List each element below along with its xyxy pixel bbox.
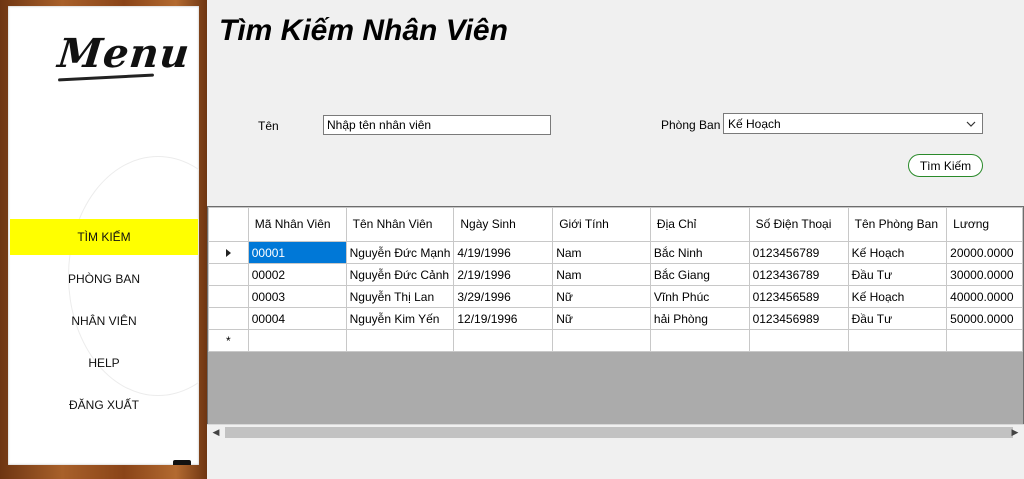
row-header-current[interactable] <box>208 241 249 264</box>
table-row[interactable]: 00001 Nguyễn Đức Mạnh 4/19/1996 Nam Bắc … <box>208 241 1023 264</box>
grid-cell[interactable]: Kế Hoạch <box>847 285 948 308</box>
new-row-marker[interactable]: * <box>208 329 249 352</box>
name-input[interactable]: Nhập tên nhân viên <box>323 115 551 135</box>
grid-cell[interactable]: 00002 <box>247 263 347 286</box>
column-header-employee-name[interactable]: Tên Nhân Viên <box>345 207 455 242</box>
grid-cell[interactable]: hải Phòng <box>649 307 750 330</box>
employee-grid[interactable]: Mã Nhân Viên Tên Nhân Viên Ngày Sinh Giớ… <box>207 206 1024 440</box>
grid-cell[interactable]: 00003 <box>247 285 347 308</box>
grid-cell[interactable]: 0123436789 <box>748 263 849 286</box>
menu-list: TÌM KIẾM PHÒNG BAN NHÂN VIÊN HELP ĐĂNG X… <box>10 219 198 429</box>
scrollbar-thumb[interactable] <box>225 427 1013 438</box>
grid-cell[interactable] <box>649 329 750 352</box>
grid-cell[interactable]: 00004 <box>247 307 347 330</box>
table-row[interactable]: 00003 Nguyễn Thị Lan 3/29/1996 Nữ Vĩnh P… <box>208 285 1023 308</box>
grid-cell[interactable]: 0123456589 <box>748 285 849 308</box>
page-title: Tìm Kiếm Nhân Viên <box>219 14 508 47</box>
grid-cell[interactable]: 20000.0000 <box>946 241 1023 264</box>
grid-cell[interactable]: 4/19/1996 <box>453 241 554 264</box>
grid-cell[interactable]: 0123456789 <box>748 241 849 264</box>
grid-cell[interactable]: Nữ <box>552 307 651 330</box>
department-label: Phòng Ban <box>661 118 721 132</box>
menu-item-departments[interactable]: PHÒNG BAN <box>10 261 198 297</box>
department-select-value: Kế Hoạch <box>728 116 781 131</box>
row-header[interactable] <box>208 285 249 308</box>
grid-cell[interactable]: 00001 <box>247 241 347 264</box>
grid-cell[interactable]: Nam <box>552 263 651 286</box>
grid-cell[interactable]: 12/19/1996 <box>453 307 554 330</box>
grid-cell[interactable]: Bắc Ninh <box>649 241 750 264</box>
grid-cell[interactable]: 30000.0000 <box>946 263 1023 286</box>
new-row[interactable]: * <box>208 329 1023 352</box>
grid-cell[interactable]: Nguyễn Kim Yến <box>345 307 455 330</box>
grid-cell[interactable] <box>345 329 455 352</box>
grid-cell[interactable]: 2/19/1996 <box>453 263 554 286</box>
column-header-salary[interactable]: Lương <box>946 207 1023 242</box>
grid-cell[interactable]: 50000.0000 <box>946 307 1023 330</box>
grid-cell[interactable]: Nguyễn Đức Mạnh <box>345 241 455 264</box>
grid-cell[interactable]: Nguyễn Đức Cảnh <box>345 263 455 286</box>
column-header-gender[interactable]: Giới Tính <box>552 207 651 242</box>
grid-cell[interactable] <box>453 329 554 352</box>
grid-cell[interactable]: Vĩnh Phúc <box>649 285 750 308</box>
column-header-department-name[interactable]: Tên Phòng Ban <box>847 207 948 242</box>
column-header-employee-id[interactable]: Mã Nhân Viên <box>247 207 347 242</box>
grid-cell[interactable] <box>946 329 1023 352</box>
column-header-address[interactable]: Địa Chỉ <box>649 207 750 242</box>
grid-cell[interactable]: 40000.0000 <box>946 285 1023 308</box>
grid-cell[interactable] <box>748 329 849 352</box>
table-row[interactable]: 00004 Nguyễn Kim Yến 12/19/1996 Nữ hải P… <box>208 307 1023 330</box>
horizontal-scrollbar[interactable]: ◀ ▶ <box>207 424 1024 440</box>
menu-title: Menu <box>55 30 193 77</box>
department-select[interactable]: Kế Hoạch <box>723 113 983 134</box>
menu-item-help[interactable]: HELP <box>10 345 198 381</box>
column-header-birth-date[interactable]: Ngày Sinh <box>453 207 554 242</box>
grid-header-row: Mã Nhân Viên Tên Nhân Viên Ngày Sinh Giớ… <box>208 207 1023 242</box>
grid-corner-header[interactable] <box>208 207 249 242</box>
search-button[interactable]: Tìm Kiếm <box>908 154 983 177</box>
grid-cell[interactable] <box>552 329 651 352</box>
sidebar-board-frame: Menu TÌM KIẾM PHÒNG BAN NHÂN VIÊN HELP Đ… <box>0 0 207 479</box>
row-header[interactable] <box>208 307 249 330</box>
menu-item-employees[interactable]: NHÂN VIÊN <box>10 303 198 339</box>
table-row[interactable]: 00002 Nguyễn Đức Cảnh 2/19/1996 Nam Bắc … <box>208 263 1023 286</box>
grid-cell[interactable]: Nguyễn Thị Lan <box>345 285 455 308</box>
grid-cell[interactable] <box>847 329 948 352</box>
chevron-down-icon[interactable] <box>964 117 978 131</box>
scroll-left-icon[interactable]: ◀ <box>209 427 223 439</box>
grid-cell[interactable] <box>247 329 347 352</box>
grid-cell[interactable]: Đầu Tư <box>847 307 948 330</box>
menu-item-search[interactable]: TÌM KIẾM <box>10 219 198 255</box>
grid-cell[interactable]: Nam <box>552 241 651 264</box>
current-row-arrow-icon <box>225 248 231 257</box>
grid-cell[interactable]: Bắc Giang <box>649 263 750 286</box>
grid-cell[interactable]: Nữ <box>552 285 651 308</box>
sidebar-board: Menu TÌM KIẾM PHÒNG BAN NHÂN VIÊN HELP Đ… <box>8 6 199 465</box>
grid-cell[interactable]: 0123456989 <box>748 307 849 330</box>
grid-cell[interactable]: Đầu Tư <box>847 263 948 286</box>
grid-cell[interactable]: Kế Hoạch <box>847 241 948 264</box>
scroll-right-icon[interactable]: ▶ <box>1008 427 1022 439</box>
name-label: Tên <box>258 119 279 133</box>
column-header-phone[interactable]: Số Điện Thoại <box>748 207 849 242</box>
marker-icon <box>173 460 191 465</box>
grid-cell[interactable]: 3/29/1996 <box>453 285 554 308</box>
menu-item-logout[interactable]: ĐĂNG XUẤT <box>10 387 198 423</box>
row-header[interactable] <box>208 263 249 286</box>
